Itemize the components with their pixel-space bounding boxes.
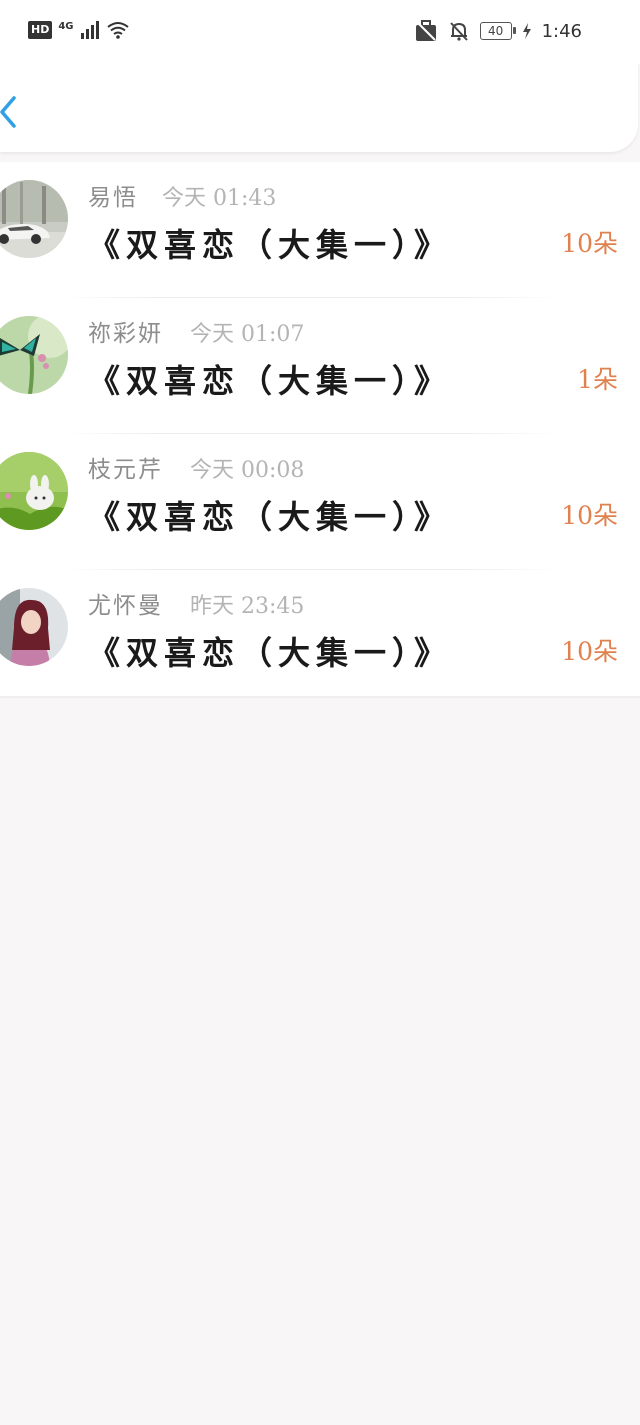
network-label: 4G [58,20,74,32]
sender-name: 易悟 [88,185,138,211]
send-time: 今天 01:07 [190,322,305,347]
work-title: 《双喜恋（大集一）》 [88,634,453,672]
girl-photo-icon [0,588,68,666]
avatar[interactable] [0,588,68,666]
sender-name: 尤怀曼 [88,593,163,619]
butterfly-photo-icon [0,316,68,394]
list-bottom-border [0,696,640,698]
chevron-left-icon[interactable] [0,94,26,130]
wifi-icon [106,22,129,39]
flower-count: 10朵 [561,229,618,258]
status-left: HD 4G [28,20,130,40]
avatar[interactable] [0,452,68,530]
flower-count: 1朵 [577,365,618,394]
status-right: 40 1:46 [414,20,582,42]
car-photo-icon [0,180,68,258]
list-item[interactable]: 祢彩妍 今天 01:07 《双喜恋（大集一）》 1朵 [0,298,640,434]
sender-name: 枝元芹 [88,457,163,483]
battery-icon: 40 [479,22,516,40]
bunny-photo-icon [0,452,68,530]
send-time: 昨天 23:45 [190,594,305,619]
header-bar [0,64,638,152]
gift-record-list: 易悟 今天 01:43 《双喜恋（大集一）》 10朵 祢彩妍 今天 01:07 … [0,162,640,696]
hd-badge: HD [28,21,53,39]
status-bar: HD 4G 40 1:46 [0,0,640,64]
send-time: 今天 00:08 [190,458,305,483]
avatar[interactable] [0,180,68,258]
charging-icon [522,23,531,39]
mute-bell-icon [449,22,468,41]
signal-icon [80,21,99,39]
no-sim-icon [415,20,436,41]
flower-count: 10朵 [561,501,618,530]
avatar[interactable] [0,316,68,394]
list-item[interactable]: 易悟 今天 01:43 《双喜恋（大集一）》 10朵 [0,162,640,298]
send-time: 今天 01:43 [162,186,277,211]
work-title: 《双喜恋（大集一）》 [88,498,453,536]
list-item[interactable]: 枝元芹 今天 00:08 《双喜恋（大集一）》 10朵 [0,434,640,570]
clock: 1:46 [541,20,582,42]
sender-name: 祢彩妍 [88,321,163,347]
flower-count: 10朵 [561,637,618,666]
work-title: 《双喜恋（大集一）》 [88,362,453,400]
list-item[interactable]: 尤怀曼 昨天 23:45 《双喜恋（大集一）》 10朵 [0,570,640,706]
work-title: 《双喜恋（大集一）》 [88,226,453,264]
